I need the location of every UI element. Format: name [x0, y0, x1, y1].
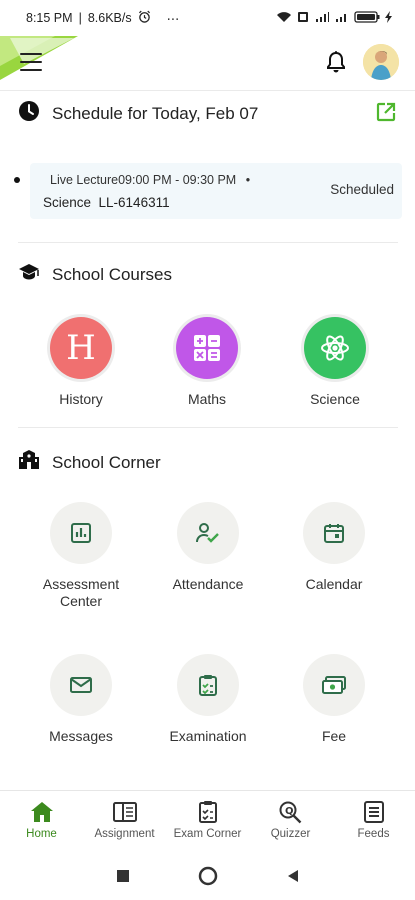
user-check-icon [196, 523, 219, 543]
lecture-time-text: Live Lecture09:00 PM - 09:30 PM [50, 173, 237, 187]
calendar-icon [324, 524, 344, 543]
bell-icon[interactable] [325, 50, 347, 74]
courses-title: School Courses [52, 264, 173, 284]
exam-sheet-icon [198, 801, 217, 823]
book-icon [112, 802, 137, 822]
fee-badge [303, 654, 365, 716]
schedule-title: Schedule for Today, Feb 07 [52, 103, 259, 123]
examination-badge [177, 654, 239, 716]
back-triangle-icon[interactable] [286, 869, 300, 883]
external-edit-icon[interactable] [375, 101, 397, 123]
mail-icon [70, 677, 92, 693]
more-notifications: ⋯ [166, 11, 180, 26]
alarm-icon [138, 10, 151, 26]
bottom-navigation: Home Assignment Exam Corner Q Quizzer Fe… [0, 790, 415, 848]
corner-messages[interactable]: Messages [21, 654, 141, 745]
assessment-badge [50, 502, 112, 564]
corner-examination[interactable]: Examination [148, 654, 268, 745]
course-history[interactable]: H History [26, 317, 136, 407]
clock-time: 8:15 PM [26, 11, 73, 25]
schedule-bullet [14, 177, 20, 183]
science-badge [304, 317, 366, 379]
history-letter: H [66, 328, 96, 368]
lecture-status: Scheduled [330, 182, 394, 197]
history-badge: H [50, 317, 112, 379]
nav-label-assignment: Assignment [94, 828, 155, 840]
lecture-bullet: • [245, 173, 251, 187]
charging-icon [385, 10, 393, 26]
graduation-cap-icon [18, 262, 40, 287]
nav-feeds[interactable]: Feeds [332, 791, 415, 848]
corner-attendance[interactable]: Attendance [148, 502, 268, 593]
home-icon [30, 802, 53, 822]
nav-exam-corner[interactable]: Exam Corner [166, 791, 249, 848]
course-label-history: History [59, 391, 103, 407]
courses-header: School Courses [18, 262, 172, 287]
nav-quizzer[interactable]: Q Quizzer [249, 791, 332, 848]
user-avatar[interactable] [363, 44, 399, 80]
nav-label-exam-corner: Exam Corner [173, 828, 242, 840]
schedule-divider [18, 242, 398, 243]
attendance-badge [177, 502, 239, 564]
network-speed: 8.6KB/s [87, 11, 132, 25]
system-navigation-bar [0, 852, 415, 900]
corner-header: School Corner [18, 449, 161, 476]
courses-divider [18, 427, 398, 428]
calculator-icon [194, 335, 220, 361]
nav-home[interactable]: Home [0, 791, 83, 848]
corner-title: School Corner [52, 452, 161, 472]
atom-icon [321, 335, 349, 361]
corner-label-messages: Messages [49, 728, 113, 744]
nav-label-home: Home [26, 828, 57, 840]
course-maths[interactable]: Maths [152, 317, 262, 407]
corner-label-calendar: Calendar [305, 576, 363, 592]
corner-calendar[interactable]: Calendar [274, 502, 394, 593]
corner-label-fee: Fee [321, 728, 347, 744]
home-circle-icon[interactable] [198, 866, 218, 886]
app-bar [0, 36, 415, 88]
quiz-search-icon: Q [279, 801, 301, 824]
avatar-figure-icon [363, 44, 399, 80]
clock-icon [18, 100, 40, 127]
bar-chart-icon [71, 523, 91, 543]
nav-label-feeds: Feeds [357, 828, 390, 840]
signal-icon-2 [335, 11, 349, 26]
course-science[interactable]: Science [280, 317, 390, 407]
header-divider [0, 90, 415, 91]
separator: | [78, 11, 82, 25]
lecture-type-time: Live Lecture09:00 PM - 09:30 PM • [50, 173, 250, 187]
hamburger-menu-icon[interactable] [20, 53, 42, 71]
feed-list-icon [363, 801, 384, 823]
corner-label-assessment: Assessment Center [42, 576, 120, 609]
recents-square-icon[interactable] [116, 869, 130, 883]
course-label-maths: Maths [187, 391, 227, 407]
course-label-science: Science [310, 391, 360, 407]
maths-badge [176, 317, 238, 379]
corner-assessment-center[interactable]: Assessment Center [21, 502, 141, 610]
corner-label-attendance: Attendance [172, 576, 244, 592]
clipboard-check-icon [199, 675, 217, 696]
battery-icon [354, 10, 380, 26]
corner-fee[interactable]: Fee [274, 654, 394, 745]
cash-icon [322, 676, 346, 694]
calendar-badge [303, 502, 365, 564]
lecture-course: Science LL-6146311 [43, 195, 170, 210]
nav-assignment[interactable]: Assignment [83, 791, 166, 848]
corner-label-examination: Examination [169, 728, 247, 744]
status-bar: 8:15 PM | 8.6KB/s ⋯ [0, 0, 415, 36]
wifi-icon [276, 11, 292, 26]
signal-icon-1 [314, 11, 330, 26]
schedule-header: Schedule for Today, Feb 07 [18, 100, 258, 127]
data-saver-icon [297, 11, 309, 26]
school-building-icon [18, 449, 40, 476]
svg-text:Q: Q [285, 806, 294, 817]
schedule-item-card[interactable]: Live Lecture09:00 PM - 09:30 PM • Scienc… [30, 163, 402, 219]
nav-label-quizzer: Quizzer [270, 828, 311, 840]
messages-badge [50, 654, 112, 716]
